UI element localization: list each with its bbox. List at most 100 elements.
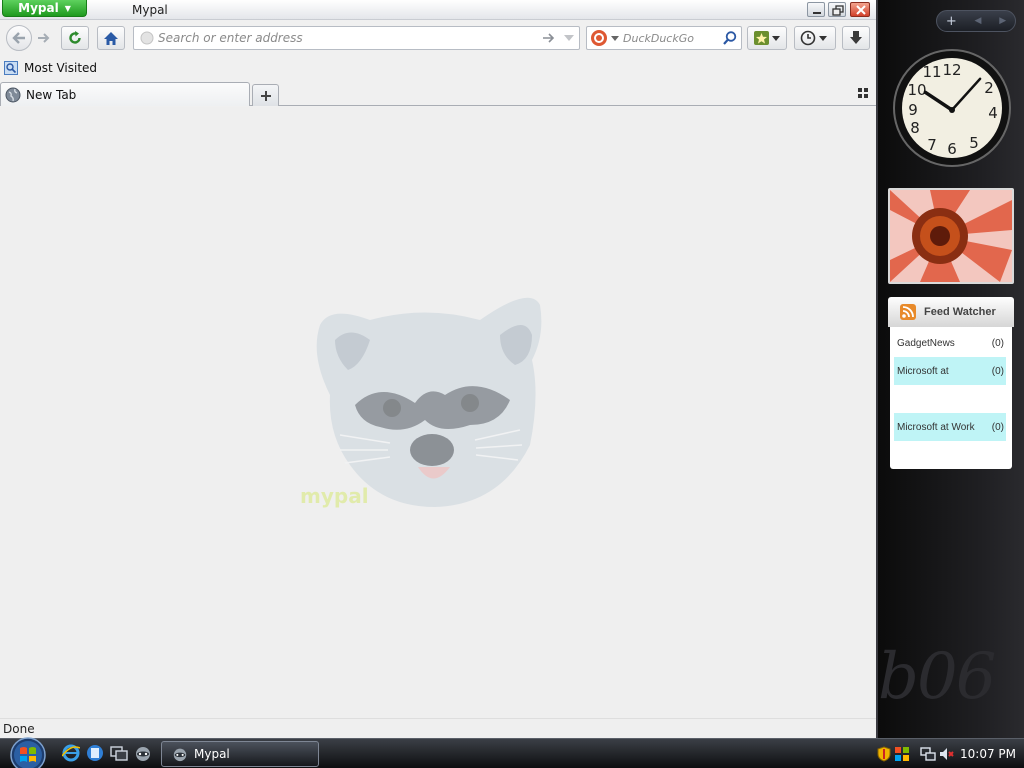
- svg-text:6: 6: [947, 140, 957, 158]
- feed-list: GadgetNews (0) Microsoft at (0) Microsof…: [890, 327, 1012, 469]
- address-bar[interactable]: [133, 26, 580, 50]
- title-bar[interactable]: Mypal ▼ Mypal: [0, 0, 876, 20]
- tab-label: New Tab: [26, 87, 77, 102]
- browser-icon[interactable]: [86, 744, 104, 762]
- network-icon[interactable]: [920, 746, 936, 762]
- security-shield-icon[interactable]: [876, 746, 892, 762]
- taskbar-button-label: Mypal: [194, 747, 230, 761]
- quick-launch-bar: [62, 744, 152, 762]
- feed-item[interactable]: Microsoft at Work (0): [894, 413, 1006, 441]
- bookmarks-toolbar: Most Visited: [0, 58, 876, 82]
- svg-text:9: 9: [908, 101, 918, 119]
- dropdown-triangle-icon: [564, 35, 574, 41]
- tab-strip: New Tab: [0, 82, 876, 106]
- taskbar-clock[interactable]: 10:07 PM: [960, 747, 1016, 761]
- most-visited-label: Most Visited: [24, 61, 98, 75]
- status-text: Done: [3, 722, 35, 736]
- home-icon: [104, 31, 118, 45]
- taskbar-button-mypal[interactable]: Mypal: [161, 741, 319, 767]
- feed-name: GadgetNews: [897, 337, 955, 349]
- internet-explorer-icon[interactable]: [62, 744, 80, 762]
- mypal-icon: [173, 748, 187, 762]
- slideshow-gadget[interactable]: [888, 188, 1014, 284]
- feed-count: (0): [991, 337, 1004, 349]
- switch-windows-icon[interactable]: [110, 744, 128, 762]
- minimize-button[interactable]: [807, 2, 825, 17]
- clock-history-icon: [800, 30, 827, 46]
- previous-page-button[interactable]: ◀: [975, 16, 982, 26]
- navigation-toolbar: [0, 20, 876, 56]
- search-input[interactable]: [623, 30, 719, 46]
- history-button[interactable]: [794, 26, 836, 50]
- app-menu-button[interactable]: Mypal ▼: [2, 0, 87, 17]
- back-arrow-icon: [12, 32, 25, 44]
- windows-sidebar: + ◀ ▶ 12 2 45 67 89 10 11 Feed Watcher G…: [876, 0, 1024, 738]
- download-arrow-icon: [850, 31, 862, 44]
- svg-text:10: 10: [907, 81, 926, 99]
- feed-count: (0): [991, 421, 1004, 433]
- forward-arrow-icon: [38, 33, 50, 43]
- caret-down-icon: ▼: [64, 3, 71, 13]
- feed-name: Microsoft at: [897, 365, 949, 377]
- search-engine-button[interactable]: [590, 29, 620, 47]
- windows-update-icon[interactable]: [894, 746, 910, 762]
- next-page-button[interactable]: ▶: [999, 16, 1006, 26]
- svg-text:2: 2: [984, 79, 994, 97]
- forward-button[interactable]: [32, 26, 56, 50]
- globe-icon: [5, 87, 21, 102]
- page-content[interactable]: mypal: [0, 107, 876, 718]
- feed-item[interactable]: GadgetNews (0): [894, 329, 1006, 357]
- restore-icon: [832, 5, 844, 16]
- close-button[interactable]: [850, 2, 870, 17]
- svg-text:8: 8: [910, 119, 920, 137]
- new-tab-button[interactable]: [252, 84, 279, 106]
- svg-text:5: 5: [969, 134, 979, 152]
- tab-new-tab[interactable]: New Tab: [0, 82, 250, 106]
- browser-window: Mypal ▼ Mypal Search or enter address Du…: [0, 0, 876, 738]
- feed-item[interactable]: Microsoft at (0): [894, 357, 1006, 385]
- svg-text:12: 12: [942, 61, 961, 79]
- taskbar: Mypal 10:07 PM: [0, 735, 1024, 768]
- feed-watcher-header[interactable]: Feed Watcher: [888, 297, 1014, 327]
- caret-down-icon: [611, 36, 619, 41]
- feed-watcher-gadget: Feed Watcher GadgetNews (0) Microsoft at…: [888, 297, 1014, 471]
- mypal-launch-icon[interactable]: [134, 744, 152, 762]
- magnifier-icon: [723, 31, 737, 45]
- search-bar[interactable]: [586, 26, 742, 50]
- reload-button[interactable]: [61, 26, 89, 50]
- go-arrow-icon: [543, 33, 555, 43]
- address-input[interactable]: [158, 29, 528, 47]
- svg-text:11: 11: [922, 63, 941, 81]
- app-menu-label: Mypal: [18, 1, 59, 15]
- page-identity-icon: [140, 31, 154, 45]
- desktop-watermark: b06: [878, 640, 996, 714]
- svg-text:4: 4: [988, 104, 998, 122]
- feed-item[interactable]: [894, 385, 1006, 413]
- add-gadget-button[interactable]: +: [946, 15, 957, 28]
- feed-item[interactable]: [894, 441, 1006, 469]
- close-icon: [856, 5, 866, 15]
- feed-name: Microsoft at Work: [897, 421, 975, 433]
- rss-icon: [900, 304, 916, 320]
- feed-count: (0): [991, 365, 1004, 377]
- sidebar-controls: + ◀ ▶: [936, 10, 1016, 32]
- flower-photo: [890, 190, 1012, 282]
- bookmarks-menu-button[interactable]: [747, 26, 787, 50]
- feed-watcher-title: Feed Watcher: [924, 306, 996, 318]
- status-bar: Done: [0, 718, 876, 738]
- plus-icon: [260, 90, 271, 101]
- restore-button[interactable]: [828, 2, 846, 17]
- back-button[interactable]: [6, 25, 32, 51]
- window-title: Mypal: [132, 3, 168, 17]
- start-button[interactable]: [8, 735, 48, 768]
- home-button[interactable]: [97, 26, 125, 50]
- volume-muted-icon[interactable]: [938, 746, 954, 762]
- logo-wordmark: mypal: [300, 484, 369, 508]
- downloads-button[interactable]: [842, 26, 870, 50]
- most-visited-folder[interactable]: Most Visited: [4, 61, 97, 75]
- bookmark-star-icon: [754, 31, 780, 45]
- clock-gadget[interactable]: 12 2 45 67 89 1011: [892, 48, 1012, 172]
- tab-groups-icon[interactable]: [858, 88, 868, 98]
- reload-icon: [69, 31, 81, 44]
- duckduckgo-icon: [591, 30, 607, 46]
